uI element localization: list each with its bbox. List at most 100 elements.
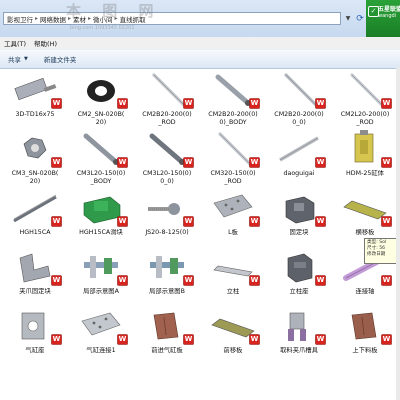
badge-letter: W (52, 335, 61, 343)
gripper-icon: W (274, 307, 326, 345)
file-name-line1: CM2B20-200(0) (274, 111, 324, 118)
file-item[interactable]: W CM3_SN-020B(20) (2, 130, 68, 189)
address-bar-area: 影视卫行 ▸ 网络数据 ▸ 素材 ▸ 微小间 ▸ 直线抓取 ▼ ⟳ 本 图 网 bing.com… (0, 0, 400, 38)
file-item[interactable]: W CM2_SN-020B(20) (68, 71, 134, 130)
file-item[interactable]: W JS20-8-125(0) (134, 189, 200, 248)
file-item[interactable]: W CM3L20-150(0) 0_0) (134, 130, 200, 189)
breadcrumb-item[interactable]: 影视卫行 (7, 14, 33, 24)
file-item[interactable]: W HGH15CA滑块 (68, 189, 134, 248)
file-item[interactable]: W CM3L20-150(0) _BODY (68, 130, 134, 189)
file-item[interactable]: W CM320-150(0) _ROD (200, 130, 266, 189)
slider-block-icon: W (76, 189, 128, 227)
solidworks-badge-icon: W (249, 334, 260, 345)
file-label: CM3L20-150(0) _BODY (69, 170, 133, 185)
brown-plate-icon: W (142, 307, 194, 345)
badge-letter: W (250, 276, 259, 284)
menu-tools[interactable]: 工具(T) (0, 38, 30, 48)
badge-letter: W (118, 276, 127, 284)
file-label: 连接轴 (333, 288, 397, 296)
cylinder-block-icon: W (340, 130, 392, 168)
file-label: daoguigai (267, 170, 331, 178)
badge-letter: W (382, 335, 391, 343)
badge-letter: W (250, 335, 259, 343)
file-label: 立柱座 (267, 288, 331, 296)
file-item[interactable]: W 立柱 (200, 248, 266, 307)
rod-icon: W (142, 71, 194, 109)
file-item[interactable]: W 3D-TD16x75 (2, 71, 68, 130)
badge-letter: W (316, 217, 325, 225)
file-name-line2: _ROD (158, 118, 176, 126)
solidworks-badge-icon: W (51, 157, 62, 168)
share-button[interactable]: 共享 ▼ (0, 50, 36, 68)
file-label: 固定块 (267, 229, 331, 237)
refresh-icon[interactable]: ⟳ (354, 12, 366, 25)
badge-letter: W (52, 276, 61, 284)
file-item[interactable]: W L板 (200, 189, 266, 248)
file-name-line2: 0_0) (160, 177, 174, 185)
file-label: CM2B20-200(0) 0_0) (267, 111, 331, 126)
address-bar[interactable]: 影视卫行 ▸ 网络数据 ▸ 素材 ▸ 微小间 ▸ 直线抓取 (3, 12, 341, 25)
file-name-line1: 固定块 (289, 229, 309, 236)
solidworks-badge-icon: W (117, 98, 128, 109)
file-name-line1: CM320-150(0) (210, 170, 256, 177)
file-item[interactable]: W 取料夹爪槽具 (266, 307, 332, 366)
file-label: 局部示意图A (69, 288, 133, 296)
file-item[interactable]: W CM2B20-200(0) _ROD (134, 71, 200, 130)
file-name-line1: 立柱座 (289, 288, 309, 295)
logo-line1: 五星联盟 (378, 6, 400, 13)
file-name-line1: CM2_SN-020B( (77, 111, 125, 118)
file-label: 上下料板 (333, 347, 397, 355)
file-name-line1: CM2B20-200(0) (208, 111, 258, 118)
file-item[interactable]: W 夹爪固定块 (2, 248, 68, 307)
chevron-down-icon: ▼ (24, 56, 28, 62)
file-item[interactable]: Wdaoguigai (266, 130, 332, 189)
file-label: 取料夹爪槽具 (267, 347, 331, 355)
file-item[interactable]: W 气缸座 (2, 307, 68, 366)
solidworks-badge-icon: W (183, 275, 194, 286)
file-name-line1: daoguigai (283, 170, 315, 177)
solidworks-badge-icon: W (249, 275, 260, 286)
file-item[interactable]: W 前进气缸板 (134, 307, 200, 366)
rod-icon: W (208, 130, 260, 168)
badge-letter: W (184, 217, 193, 225)
breadcrumb-item[interactable]: 网络数据 (40, 14, 66, 24)
file-item[interactable]: W HDM-25缸体 (332, 130, 398, 189)
badge-letter: W (316, 276, 325, 284)
assembly-icon: W (142, 248, 194, 286)
vertical-scrollbar[interactable] (396, 67, 400, 400)
file-item[interactable]: W 固定块 (266, 189, 332, 248)
file-item[interactable]: W CM2B20-200(0) 0)_BODY (200, 71, 266, 130)
file-label: CM2B20-200(0) _ROD (135, 111, 199, 126)
solidworks-badge-icon: W (117, 216, 128, 227)
file-tooltip: 类型: Sol 尺寸: 56 修改日期 (364, 238, 400, 264)
address-dropdown-icon[interactable]: ▼ (343, 12, 353, 25)
file-name-line1: HGH15CA滑块 (79, 229, 123, 236)
menu-help[interactable]: 帮助(H) (30, 38, 61, 48)
file-name-line2: 20) (95, 118, 107, 126)
rod-icon: W (340, 71, 392, 109)
file-item[interactable]: W 前移板 (200, 307, 266, 366)
file-item[interactable]: W CM2L20-200(0) _ROD (332, 71, 398, 130)
block-icon: W (274, 189, 326, 227)
file-item[interactable]: W CM2B20-200(0) 0_0) (266, 71, 332, 130)
tube-icon: W (208, 71, 260, 109)
file-label: 前进气缸板 (135, 347, 199, 355)
solidworks-badge-icon: W (315, 216, 326, 227)
new-folder-label: 新建文件夹 (43, 56, 77, 64)
file-item[interactable]: W 局部示意图B (134, 248, 200, 307)
file-label: 前移板 (201, 347, 265, 355)
file-label: 横移板 (333, 229, 397, 237)
file-item[interactable]: W HGH15CA (2, 189, 68, 248)
file-item[interactable]: W 立柱座 (266, 248, 332, 307)
solidworks-badge-icon: W (183, 216, 194, 227)
file-item[interactable]: W 上下料板 (332, 307, 398, 366)
solidworks-badge-icon: W (249, 98, 260, 109)
base-block-icon: W (274, 248, 326, 286)
file-item[interactable]: W 局部示意图A (68, 248, 134, 307)
badge-letter: W (184, 335, 193, 343)
file-name-line1: 气缸座 (25, 347, 45, 354)
file-item[interactable]: W 气缸连接1 (68, 307, 134, 366)
new-folder-button[interactable]: 新建文件夹 (36, 50, 85, 68)
badge-letter: W (184, 276, 193, 284)
breadcrumb-separator-icon[interactable]: ▸ (35, 15, 38, 22)
